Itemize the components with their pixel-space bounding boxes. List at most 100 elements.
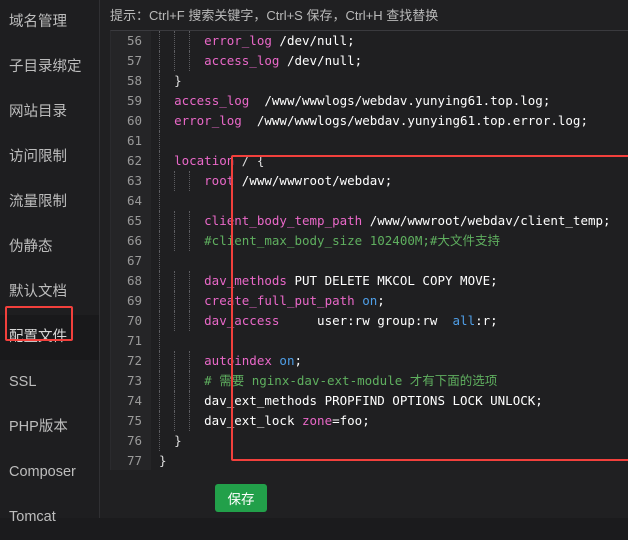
line-number: 73 <box>111 371 151 391</box>
code-token: all <box>453 313 476 328</box>
code-token: on <box>279 353 294 368</box>
sidebar-item-0[interactable]: 域名管理 <box>0 0 99 45</box>
code-line[interactable]: 63 root /www/wwwroot/webdav; <box>111 171 628 191</box>
code-line[interactable]: 65 client_body_temp_path /www/wwwroot/we… <box>111 211 628 231</box>
code-line-content: access_log /www/wwwlogs/webdav.yunying61… <box>151 91 628 111</box>
indent-guide <box>189 271 190 291</box>
line-number: 72 <box>111 351 151 371</box>
line-number: 56 <box>111 31 151 51</box>
code-indent <box>159 373 204 388</box>
save-button[interactable]: 保存 <box>215 484 267 512</box>
indent-guide <box>174 171 175 191</box>
indent-guide <box>174 31 175 51</box>
line-number: 76 <box>111 431 151 451</box>
sidebar-item-3[interactable]: 访问限制 <box>0 135 99 180</box>
indent-guide <box>174 231 175 251</box>
indent-guide <box>189 371 190 391</box>
code-token: access_log <box>174 93 249 108</box>
code-line[interactable]: 66 #client_max_body_size 102400M;#大文件支持 <box>111 231 628 251</box>
code-line[interactable]: 69 create_full_put_path on; <box>111 291 628 311</box>
sidebar-item-4[interactable]: 流量限制 <box>0 180 99 225</box>
code-line[interactable]: 67 <box>111 251 628 271</box>
sidebar-item-8[interactable]: SSL <box>0 360 99 405</box>
code-line[interactable]: 57 access_log /dev/null; <box>111 51 628 71</box>
code-line-content: } <box>151 431 628 451</box>
sidebar-item-label: Composer <box>9 464 76 480</box>
code-token: # 需要 nginx-dav-ext-module 才有下面的选项 <box>204 373 497 388</box>
code-token: dav_access <box>204 313 279 328</box>
line-number: 71 <box>111 331 151 351</box>
code-token: /www/wwwlogs/webdav.yunying61.top.error.… <box>242 113 588 128</box>
code-line[interactable]: 77} <box>111 451 628 470</box>
sidebar-nav: 域名管理子目录绑定网站目录访问限制流量限制伪静态默认文档配置文件SSLPHP版本… <box>0 0 100 518</box>
sidebar-item-label: Tomcat <box>9 509 56 525</box>
code-line[interactable]: 56 error_log /dev/null; <box>111 31 628 51</box>
code-indent <box>159 293 204 308</box>
code-line[interactable]: 59 access_log /www/wwwlogs/webdav.yunyin… <box>111 91 628 111</box>
code-line[interactable]: 75 dav_ext_lock zone=foo; <box>111 411 628 431</box>
indent-guide <box>159 351 160 371</box>
code-line[interactable]: 68 dav_methods PUT DELETE MKCOL COPY MOV… <box>111 271 628 291</box>
code-line-content <box>151 131 628 151</box>
indent-guide <box>159 131 160 151</box>
indent-guide <box>174 371 175 391</box>
code-line-content: error_log /www/wwwlogs/webdav.yunying61.… <box>151 111 628 131</box>
code-line[interactable]: 72 autoindex on; <box>111 351 628 371</box>
line-number: 68 <box>111 271 151 291</box>
indent-guide <box>159 91 160 111</box>
code-line-content: dav_ext_methods PROPFIND OPTIONS LOCK UN… <box>151 391 628 411</box>
sidebar-item-label: 访问限制 <box>9 149 67 165</box>
line-number: 65 <box>111 211 151 231</box>
sidebar-item-9[interactable]: PHP版本 <box>0 405 99 450</box>
code-line[interactable]: 58 } <box>111 71 628 91</box>
code-token: error_log <box>204 33 272 48</box>
code-token: error_log <box>174 113 242 128</box>
code-line[interactable]: 61 <box>111 131 628 151</box>
code-line-content: dav_access user:rw group:rw all:r; <box>151 311 628 331</box>
sidebar-item-10[interactable]: Composer <box>0 450 99 495</box>
code-indent <box>159 173 204 188</box>
code-indent <box>159 353 204 368</box>
code-indent <box>159 213 204 228</box>
code-line[interactable]: 73 # 需要 nginx-dav-ext-module 才有下面的选项 <box>111 371 628 391</box>
code-line[interactable]: 70 dav_access user:rw group:rw all:r; <box>111 311 628 331</box>
indent-guide <box>174 271 175 291</box>
code-token: /dev/null; <box>272 33 355 48</box>
sidebar-item-7[interactable]: 配置文件 <box>0 315 99 360</box>
code-line[interactable]: 64 <box>111 191 628 211</box>
code-token: dav_ext_methods PROPFIND OPTIONS LOCK UN… <box>204 393 543 408</box>
code-line[interactable]: 62 location / { <box>111 151 628 171</box>
sidebar-item-6[interactable]: 默认文档 <box>0 270 99 315</box>
code-indent <box>159 153 174 168</box>
indent-guide <box>189 411 190 431</box>
code-token: } <box>159 453 167 468</box>
config-file-page: 域名管理子目录绑定网站目录访问限制流量限制伪静态默认文档配置文件SSLPHP版本… <box>0 0 628 518</box>
code-line[interactable]: 71 <box>111 331 628 351</box>
indent-guide <box>159 431 160 451</box>
code-token: /dev/null; <box>279 53 362 68</box>
sidebar-item-1[interactable]: 子目录绑定 <box>0 45 99 90</box>
code-editor[interactable]: 56 error_log /dev/null;57 access_log /de… <box>110 30 628 470</box>
sidebar-item-5[interactable]: 伪静态 <box>0 225 99 270</box>
indent-guide <box>189 51 190 71</box>
code-line-content: } <box>151 71 628 91</box>
sidebar-item-label: 流量限制 <box>9 194 67 210</box>
line-number: 77 <box>111 451 151 470</box>
code-line[interactable]: 76 } <box>111 431 628 451</box>
line-number: 59 <box>111 91 151 111</box>
indent-guide <box>159 231 160 251</box>
sidebar-item-2[interactable]: 网站目录 <box>0 90 99 135</box>
code-line-content: location / { <box>151 151 628 171</box>
code-indent <box>159 193 174 208</box>
indent-guide <box>174 291 175 311</box>
shortcut-hint: 提示：Ctrl+F 搜索关键字，Ctrl+S 保存，Ctrl+H 查找替换 <box>110 0 628 28</box>
code-line[interactable]: 74 dav_ext_methods PROPFIND OPTIONS LOCK… <box>111 391 628 411</box>
code-line[interactable]: 60 error_log /www/wwwlogs/webdav.yunying… <box>111 111 628 131</box>
line-number: 57 <box>111 51 151 71</box>
indent-guide <box>159 331 160 351</box>
indent-guide <box>174 351 175 371</box>
code-token: /www/wwwroot/webdav/client_temp; <box>362 213 610 228</box>
code-indent <box>159 233 204 248</box>
main-panel: 提示：Ctrl+F 搜索关键字，Ctrl+S 保存，Ctrl+H 查找替换 56… <box>100 0 628 518</box>
line-number: 60 <box>111 111 151 131</box>
